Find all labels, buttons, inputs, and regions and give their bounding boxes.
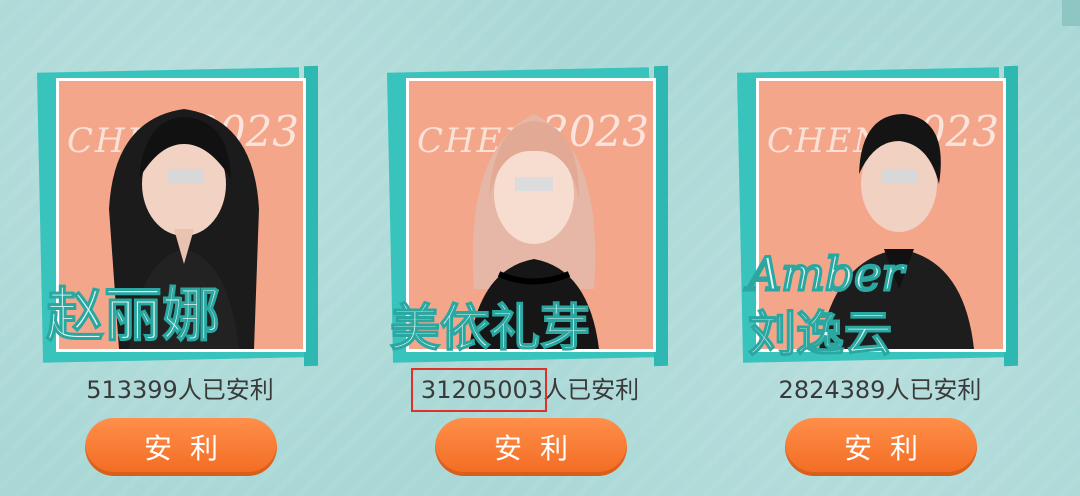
recommend-count: 513399人已安利 — [30, 370, 330, 405]
recommend-button[interactable]: 安利 — [785, 418, 977, 476]
frame-edge — [1004, 65, 1018, 367]
celebrity-card: CHENG 2023 赵丽娜 513399人已安利 安利 — [30, 40, 330, 490]
recommend-count: 2824389人已安利 — [730, 370, 1030, 405]
frame-edge — [654, 65, 668, 367]
count-number: 31205003 — [410, 368, 548, 412]
frame-edge — [304, 65, 318, 367]
recommend-count: 31205003人已安利 — [380, 368, 680, 412]
signature-text-latin: Amber — [744, 247, 907, 301]
signature-text: 美依礼芽 — [390, 299, 590, 357]
count-number: 2824389 — [778, 376, 886, 404]
celebrity-card: CHENG 2023 美依礼芽 31205003人已安利 安利 — [380, 40, 680, 490]
scroll-indicator[interactable] — [1062, 0, 1080, 26]
count-suffix: 人已安利 — [885, 376, 982, 404]
signature: 赵丽娜 — [38, 250, 298, 370]
celebrity-card: CHENG 2023 Amber 刘逸云 2824389人已安利 安利 — [730, 40, 1030, 490]
count-suffix: 人已安利 — [177, 376, 274, 404]
signature-text: 刘逸云 — [748, 306, 892, 362]
count-number: 513399 — [86, 376, 178, 404]
recommend-button[interactable]: 安利 — [85, 418, 277, 476]
count-suffix: 人已安利 — [543, 376, 640, 404]
signature: 美依礼芽 — [388, 250, 648, 370]
recommend-button[interactable]: 安利 — [435, 418, 627, 476]
signature: Amber 刘逸云 — [738, 246, 998, 370]
signature-text: 赵丽娜 — [46, 281, 220, 349]
